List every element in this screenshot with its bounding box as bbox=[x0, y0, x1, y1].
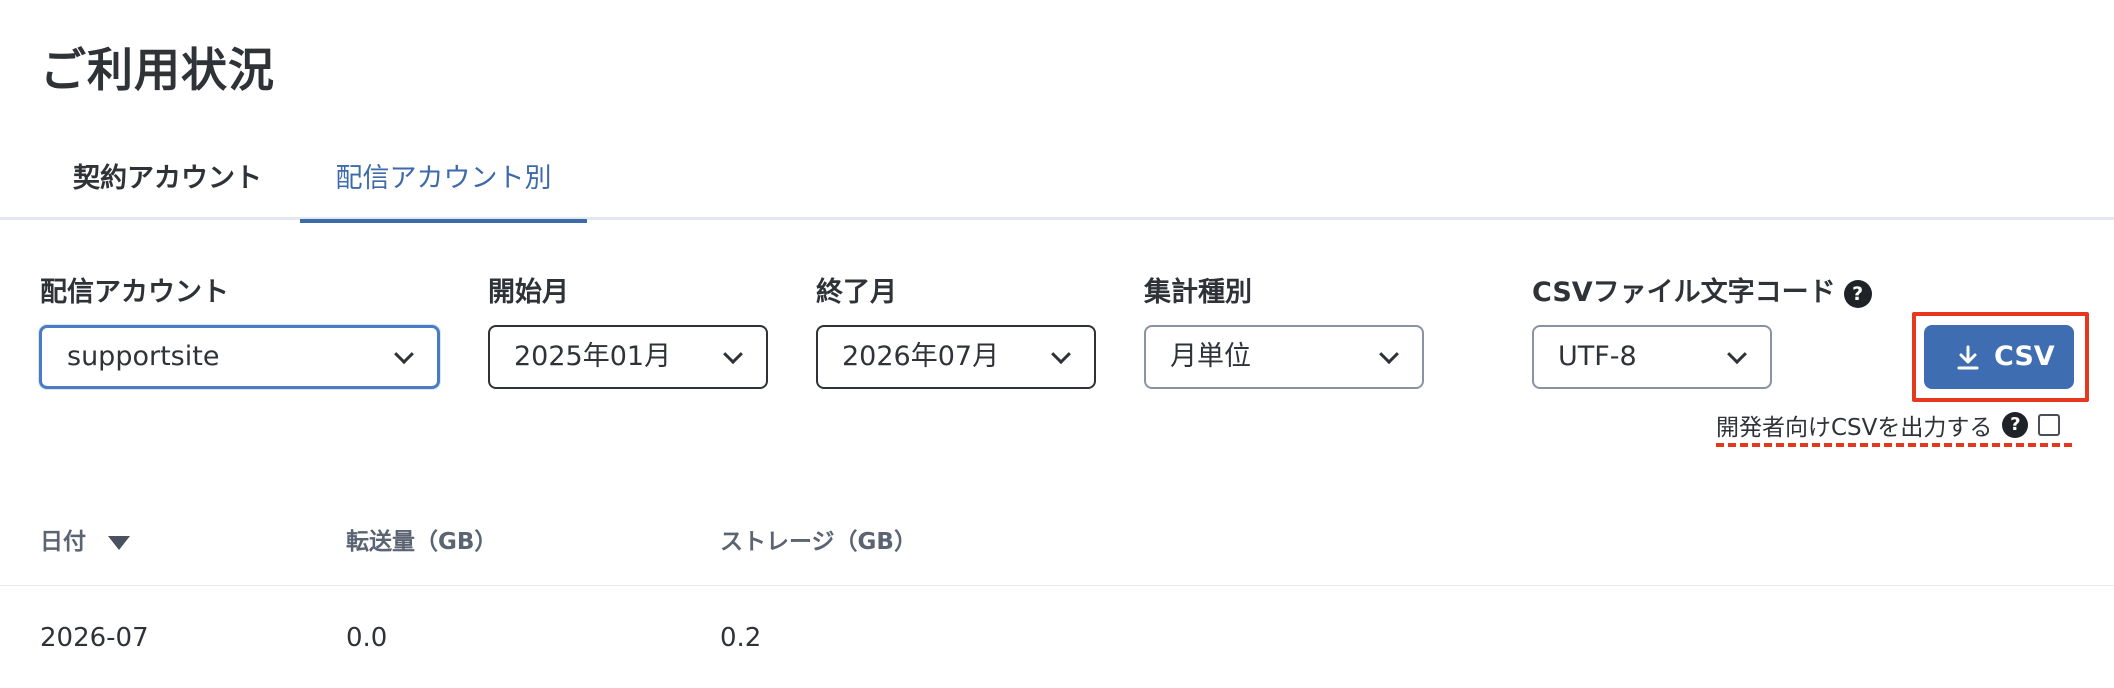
account-select[interactable]: supportsite bbox=[39, 325, 440, 389]
tab-contract-account[interactable]: 契約アカウント bbox=[45, 150, 290, 220]
table-cell-transfer: 0.0 bbox=[346, 623, 388, 653]
developer-csv-checkbox[interactable] bbox=[2038, 414, 2061, 436]
table-cell-storage: 0.2 bbox=[720, 623, 762, 653]
account-label: 配信アカウント bbox=[40, 277, 229, 308]
table-divider bbox=[0, 585, 2114, 586]
chevron-down-icon bbox=[1727, 344, 1747, 365]
end-month-select[interactable]: 2026年07月 bbox=[816, 325, 1096, 389]
help-icon[interactable]: ? bbox=[2002, 412, 2029, 438]
table-cell-date: 2026-07 bbox=[40, 623, 149, 653]
sort-descending-icon[interactable] bbox=[108, 535, 130, 550]
start-month-value: 2025年01月 bbox=[514, 341, 672, 372]
chevron-down-icon bbox=[723, 344, 743, 365]
tab-bar: 契約アカウント 配信アカウント別 bbox=[0, 150, 2114, 223]
table-header-transfer: 転送量（GB） bbox=[346, 529, 498, 555]
dashed-underline-annotation bbox=[1716, 443, 2072, 447]
start-month-label: 開始月 bbox=[488, 277, 569, 308]
encoding-label: CSVファイル文字コード bbox=[1532, 277, 1836, 308]
encoding-select[interactable]: UTF-8 bbox=[1532, 325, 1772, 389]
table-header-date-label: 日付 bbox=[40, 529, 86, 555]
tab-delivery-account[interactable]: 配信アカウント別 bbox=[300, 150, 587, 223]
csv-download-button[interactable]: CSV bbox=[1924, 325, 2074, 389]
aggregation-value: 月単位 bbox=[1170, 341, 1251, 372]
page-title: ご利用状況 bbox=[40, 43, 275, 97]
aggregation-select[interactable]: 月単位 bbox=[1144, 325, 1424, 389]
chevron-down-icon bbox=[394, 344, 414, 365]
chevron-down-icon bbox=[1051, 344, 1071, 365]
developer-csv-option: 開発者向けCSVを出力する ? bbox=[1716, 409, 2061, 441]
start-month-select[interactable]: 2025年01月 bbox=[488, 325, 768, 389]
chevron-down-icon bbox=[1379, 344, 1399, 365]
help-icon[interactable]: ? bbox=[1843, 279, 1872, 308]
table-header-storage: ストレージ（GB） bbox=[720, 529, 917, 555]
developer-csv-label: 開発者向けCSVを出力する bbox=[1716, 415, 1993, 441]
account-select-value: supportsite bbox=[67, 341, 220, 372]
encoding-label-group: CSVファイル文字コード? bbox=[1532, 270, 1872, 309]
table-header-date[interactable]: 日付 bbox=[40, 522, 130, 556]
encoding-value: UTF-8 bbox=[1558, 341, 1637, 372]
end-month-value: 2026年07月 bbox=[842, 341, 1000, 372]
download-icon bbox=[1957, 345, 1979, 370]
csv-button-label: CSV bbox=[1994, 341, 2055, 372]
end-month-label: 終了月 bbox=[816, 277, 897, 308]
aggregation-label: 集計種別 bbox=[1144, 277, 1252, 308]
